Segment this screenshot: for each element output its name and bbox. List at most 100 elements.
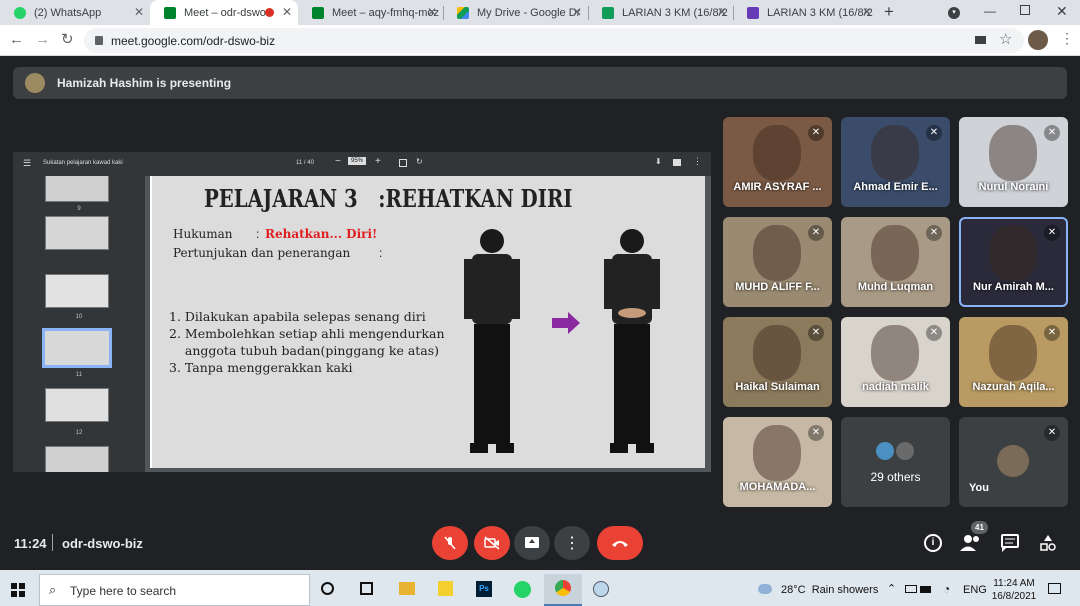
whatsapp-taskbar-icon[interactable] (514, 581, 531, 598)
close-icon[interactable]: ✕ (862, 5, 872, 19)
participant-tile[interactable]: ✕ MOHAMADA... (723, 417, 832, 507)
participant-tile[interactable]: ✕ Nazurah Aqila... (959, 317, 1068, 407)
restore-button[interactable] (1020, 5, 1030, 15)
mic-off-icon: ✕ (808, 225, 824, 241)
chat-icon (1001, 534, 1019, 552)
present-icon (525, 537, 539, 548)
present-now-button[interactable] (514, 526, 550, 560)
thumbnail-number: 12 (75, 430, 83, 436)
weather-icon[interactable] (758, 584, 772, 594)
participant-tile[interactable]: ✕ Nurul Noraini (959, 117, 1068, 207)
participant-video (871, 225, 919, 281)
taskbar-search-box[interactable]: ⌕ Type here to search (39, 574, 310, 606)
camera-icon[interactable] (975, 36, 986, 44)
pdf-page-number: 11 / 40 (296, 160, 314, 166)
chrome-taskbar-button[interactable] (544, 574, 582, 606)
close-icon[interactable]: ✕ (134, 5, 144, 19)
bookmark-star-icon[interactable]: ☆ (999, 30, 1012, 48)
hang-up-icon (612, 541, 628, 547)
sheets-icon (602, 6, 614, 19)
battery-icon[interactable] (920, 586, 931, 593)
reload-button[interactable]: ↻ (61, 30, 74, 48)
profile-avatar[interactable] (1028, 30, 1048, 50)
pertunjukan-colon: : (379, 246, 383, 260)
photoshop-icon[interactable]: Ps (476, 581, 492, 597)
file-explorer-icon[interactable] (399, 582, 415, 595)
mic-off-button[interactable] (432, 526, 468, 560)
participant-name: Muhd Luqman (857, 281, 934, 293)
whatsapp-icon (14, 6, 26, 19)
sticky-notes-icon[interactable] (438, 581, 453, 596)
menu-icon[interactable]: ⋮ (1060, 30, 1074, 47)
people-icon (960, 535, 979, 551)
pdf-thumbnails: 9 10 11 12 (13, 176, 145, 472)
language-indicator[interactable]: ENG (963, 584, 987, 596)
thumbnail (45, 446, 109, 472)
tab-forms[interactable]: LARIAN 3 KM (16/8/2 ✕ (733, 0, 878, 25)
new-tab-button[interactable]: + (884, 2, 894, 22)
participant-tile[interactable]: ✕ AMIR ASYRAF ... (723, 117, 832, 207)
participant-name: nadiah malik (862, 381, 929, 393)
task-view-icon[interactable] (360, 582, 373, 595)
thumbnail-selected (42, 328, 112, 368)
participant-video (989, 325, 1037, 381)
tab-whatsapp[interactable]: (2) WhatsApp ✕ (0, 0, 150, 25)
activities-button[interactable] (1039, 534, 1057, 557)
close-icon[interactable]: ✕ (427, 5, 437, 19)
close-window-button[interactable]: ✕ (1056, 3, 1068, 20)
participant-tile[interactable]: ✕ Nur Amirah M... (959, 217, 1068, 307)
tab-drive[interactable]: My Drive - Google Dr ✕ (443, 0, 588, 25)
cortana-icon[interactable] (321, 582, 334, 595)
forward-button[interactable]: → (35, 31, 50, 48)
tab-meet-active[interactable]: Meet – odr-dswo- ✕ (150, 0, 298, 25)
more-options-button[interactable]: ⋮ (554, 526, 590, 560)
participant-tile-you[interactable]: ✕ You (959, 417, 1068, 507)
clock[interactable]: 11:24 AM 16/8/2021 (990, 577, 1038, 603)
mic-off-icon: ✕ (808, 125, 824, 141)
chevron-up-icon[interactable]: ⌃ (887, 582, 896, 595)
windows-start-button[interactable] (11, 583, 25, 602)
chat-button[interactable] (1001, 534, 1019, 557)
weather-text[interactable]: 28°C Rain showers (781, 584, 878, 596)
meeting-details-button[interactable]: i (924, 534, 942, 552)
back-button[interactable]: ← (9, 31, 24, 48)
tab-strip: (2) WhatsApp ✕ Meet – odr-dswo- ✕ Meet –… (0, 0, 1080, 25)
thumbnail-number: 10 (75, 314, 83, 320)
address-bar[interactable]: meet.google.com/odr-dswo-biz (84, 28, 1024, 53)
hukuman-value: Rehatkan... Diri! (265, 227, 378, 241)
mic-off-icon: ✕ (808, 425, 824, 441)
hukuman-label: Hukuman (173, 227, 233, 241)
zoom-out-icon: − (335, 156, 341, 167)
notifications-icon[interactable] (1048, 583, 1061, 594)
participant-tile[interactable]: ✕ MUHD ALIFF F... (723, 217, 832, 307)
slide-page: PELAJARAN 3 :REHATKAN DIRI Hukuman : Reh… (150, 176, 705, 468)
tab-meet-2[interactable]: Meet – aqy-fmhq-moz ✕ (298, 0, 443, 25)
clock-time: 11:24 AM (993, 578, 1035, 589)
wifi-icon[interactable]: ◔ (943, 582, 950, 596)
minimize-button[interactable]: — (984, 4, 996, 18)
slide-title: PELAJARAN 3 :REHATKAN DIRI (204, 184, 573, 213)
camera-off-button[interactable] (474, 526, 510, 560)
participant-tile[interactable]: ✕ nadiah malik (841, 317, 950, 407)
participant-tile[interactable]: ✕ Haikal Sulaiman (723, 317, 832, 407)
close-icon[interactable]: ✕ (717, 5, 727, 19)
people-button[interactable] (960, 534, 982, 557)
meet-icon (164, 6, 176, 19)
close-icon[interactable]: ✕ (282, 5, 292, 19)
participant-tile[interactable]: ✕ Muhd Luqman (841, 217, 950, 307)
url-text: meet.google.com/odr-dswo-biz (111, 34, 276, 48)
tab-search-icon[interactable]: ▾ (948, 7, 960, 19)
activities-icon (1040, 535, 1056, 551)
windows-logo-icon (11, 583, 25, 597)
leave-call-button[interactable] (597, 526, 643, 560)
participant-name: MUHD ALIFF F... (735, 281, 820, 293)
participant-tile-others[interactable]: 29 others (841, 417, 950, 507)
pdf-toolbar: ☰ Sukatan pelajaran kawad kaki 11 / 40 −… (13, 152, 711, 176)
tab-label: Meet – aqy-fmhq-moz (332, 6, 439, 19)
close-icon[interactable]: ✕ (572, 5, 582, 19)
network-icon[interactable] (905, 585, 917, 593)
participant-tile[interactable]: ✕ Ahmad Emir E... (841, 117, 950, 207)
tab-sheets[interactable]: LARIAN 3 KM (16/8/2 ✕ (588, 0, 733, 25)
mic-off-icon (444, 536, 456, 550)
paint-icon[interactable] (593, 581, 609, 597)
